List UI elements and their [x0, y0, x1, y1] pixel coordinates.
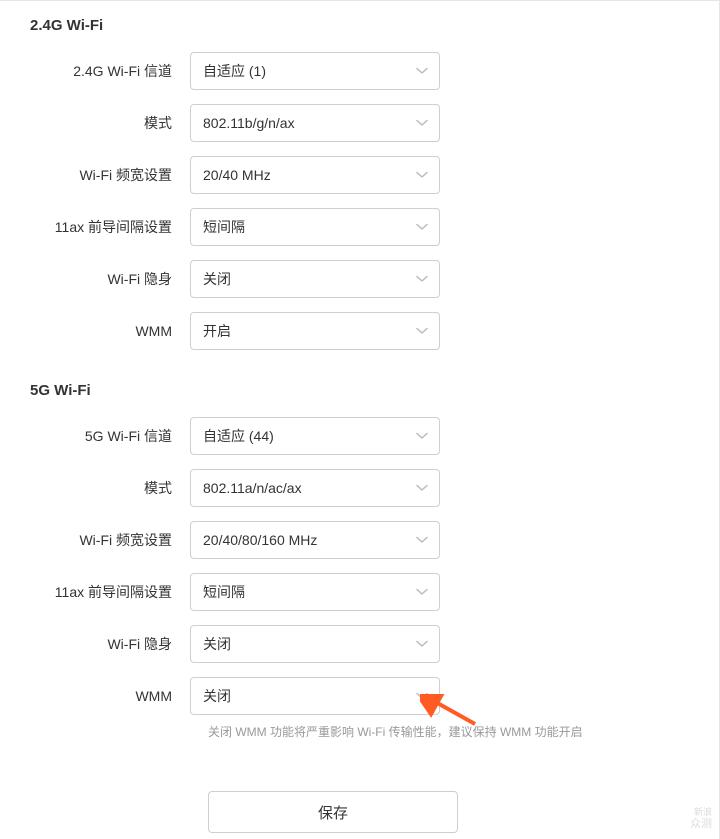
row-24g-channel: 2.4G Wi-Fi 信道 自适应 (1)	[30, 52, 689, 90]
select-24g-bandwidth[interactable]: 20/40 MHz	[190, 156, 440, 194]
select-value: 自适应 (44)	[203, 426, 274, 446]
select-value: 短间隔	[203, 217, 245, 237]
select-value: 20/40 MHz	[203, 167, 271, 183]
select-value: 自适应 (1)	[203, 61, 266, 81]
select-5g-channel[interactable]: 自适应 (44)	[190, 417, 440, 455]
row-24g-hidden: Wi-Fi 隐身 关闭	[30, 260, 689, 298]
select-24g-guard[interactable]: 短间隔	[190, 208, 440, 246]
save-button-label: 保存	[318, 802, 348, 823]
section-title-5g: 5G Wi-Fi	[30, 382, 689, 399]
watermark-line1: 新浪	[690, 807, 712, 818]
select-value: 802.11b/g/n/ax	[203, 115, 295, 131]
label-24g-bandwidth: Wi-Fi 频宽设置	[30, 165, 190, 185]
select-24g-mode[interactable]: 802.11b/g/n/ax	[190, 104, 440, 142]
select-value: 关闭	[203, 634, 231, 654]
label-5g-hidden: Wi-Fi 隐身	[30, 634, 190, 654]
select-5g-bandwidth[interactable]: 20/40/80/160 MHz	[190, 521, 440, 559]
select-value: 关闭	[203, 269, 231, 289]
select-value: 开启	[203, 321, 231, 341]
row-5g-channel: 5G Wi-Fi 信道 自适应 (44)	[30, 417, 689, 455]
select-5g-mode[interactable]: 802.11a/n/ac/ax	[190, 469, 440, 507]
select-24g-channel[interactable]: 自适应 (1)	[190, 52, 440, 90]
label-5g-wmm: WMM	[30, 688, 190, 704]
label-24g-mode: 模式	[30, 113, 190, 133]
label-24g-guard: 11ax 前导间隔设置	[30, 217, 190, 237]
label-24g-wmm: WMM	[30, 323, 190, 339]
row-5g-bandwidth: Wi-Fi 频宽设置 20/40/80/160 MHz	[30, 521, 689, 559]
select-value: 802.11a/n/ac/ax	[203, 480, 302, 496]
row-24g-guard: 11ax 前导间隔设置 短间隔	[30, 208, 689, 246]
label-24g-channel: 2.4G Wi-Fi 信道	[30, 61, 190, 81]
select-value: 短间隔	[203, 582, 245, 602]
row-5g-hidden: Wi-Fi 隐身 关闭	[30, 625, 689, 663]
row-5g-guard: 11ax 前导间隔设置 短间隔	[30, 573, 689, 611]
settings-panel: 2.4G Wi-Fi 2.4G Wi-Fi 信道 自适应 (1) 模式 802.…	[0, 0, 720, 839]
watermark-line2: 众测	[690, 818, 712, 831]
label-5g-channel: 5G Wi-Fi 信道	[30, 426, 190, 446]
label-24g-hidden: Wi-Fi 隐身	[30, 269, 190, 289]
row-5g-wmm: WMM 关闭	[30, 677, 689, 715]
wmm-hint-text: 关闭 WMM 功能将严重影响 Wi-Fi 传输性能，建议保持 WMM 功能开启	[208, 723, 689, 741]
section-title-24g: 2.4G Wi-Fi	[30, 17, 689, 34]
button-row: 保存	[208, 791, 689, 833]
select-24g-hidden[interactable]: 关闭	[190, 260, 440, 298]
watermark: 新浪 众测	[690, 807, 712, 831]
select-value: 20/40/80/160 MHz	[203, 532, 317, 548]
label-5g-guard: 11ax 前导间隔设置	[30, 582, 190, 602]
row-24g-wmm: WMM 开启	[30, 312, 689, 350]
save-button[interactable]: 保存	[208, 791, 458, 833]
row-24g-bandwidth: Wi-Fi 频宽设置 20/40 MHz	[30, 156, 689, 194]
select-5g-guard[interactable]: 短间隔	[190, 573, 440, 611]
row-24g-mode: 模式 802.11b/g/n/ax	[30, 104, 689, 142]
row-5g-mode: 模式 802.11a/n/ac/ax	[30, 469, 689, 507]
select-24g-wmm[interactable]: 开启	[190, 312, 440, 350]
label-5g-mode: 模式	[30, 478, 190, 498]
select-5g-wmm[interactable]: 关闭	[190, 677, 440, 715]
select-value: 关闭	[203, 686, 231, 706]
select-5g-hidden[interactable]: 关闭	[190, 625, 440, 663]
label-5g-bandwidth: Wi-Fi 频宽设置	[30, 530, 190, 550]
